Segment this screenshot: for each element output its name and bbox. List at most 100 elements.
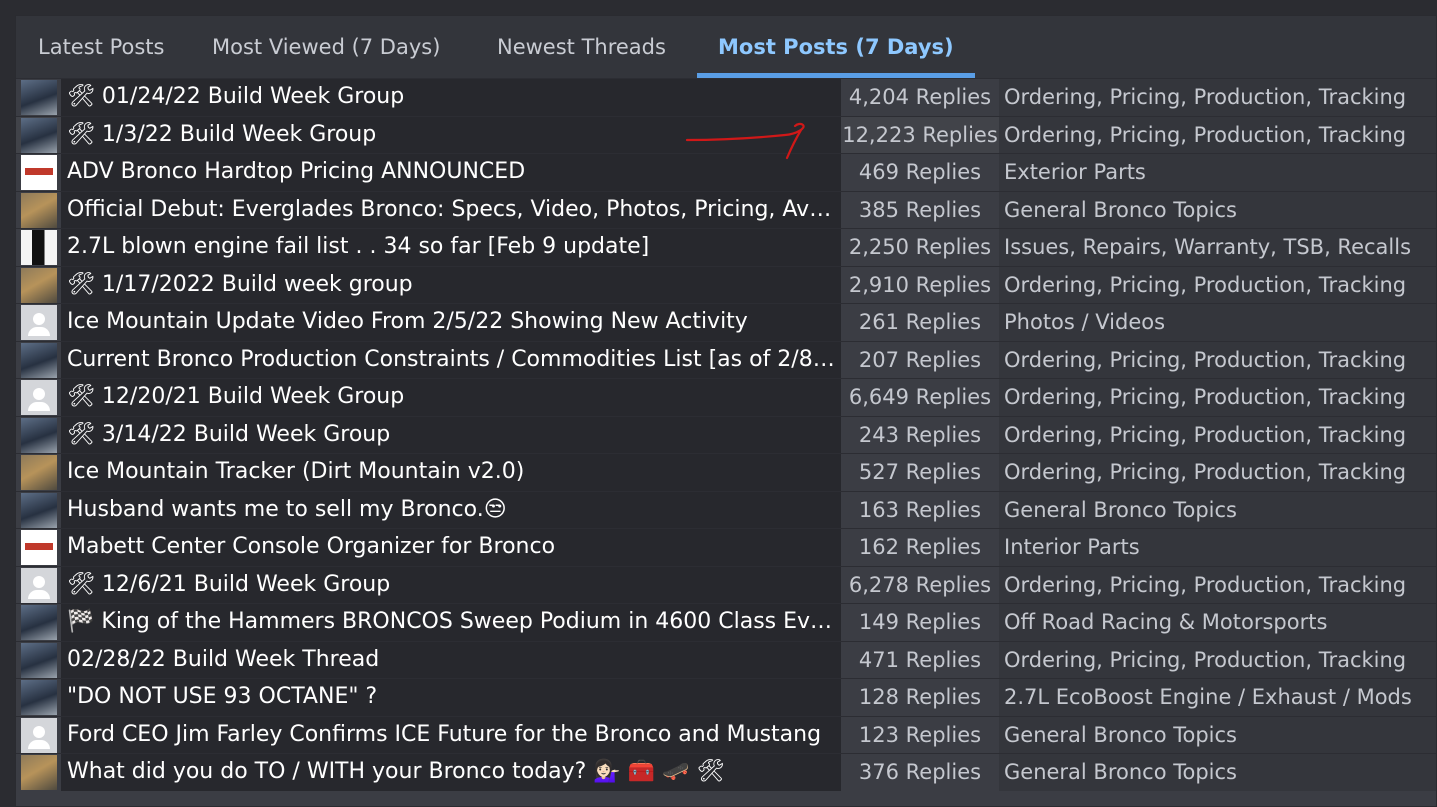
avatar[interactable] (21, 530, 57, 565)
thread-title-link[interactable]: "DO NOT USE 93 OCTANE" ? (67, 679, 835, 716)
thread-title-cell: 🛠 12/6/21 Build Week Group (61, 566, 841, 604)
tab-latest-posts[interactable]: Latest Posts (38, 16, 164, 78)
thread-title-cell: 2.7L blown engine fail list . . 34 so fa… (61, 229, 841, 266)
avatar[interactable] (21, 605, 57, 640)
avatar[interactable] (21, 267, 57, 303)
thread-title-link[interactable]: 02/28/22 Build Week Thread (67, 642, 835, 679)
thread-title-link[interactable]: 🛠 12/6/21 Build Week Group (67, 567, 835, 604)
reply-count: 149 Replies (858, 610, 982, 634)
thread-row[interactable]: Official Debut: Everglades Bronco: Specs… (16, 190, 1436, 229)
tab-bar: Latest Posts Most Viewed (7 Days) Newest… (16, 16, 1436, 78)
thread-row[interactable]: What did you do TO / WITH your Bronco to… (16, 753, 1436, 791)
avatar[interactable] (21, 192, 57, 228)
thread-title-cell: Ice Mountain Update Video From 2/5/22 Sh… (61, 304, 841, 341)
thread-title-link[interactable]: Current Bronco Production Constraints / … (67, 342, 835, 379)
thread-title-link[interactable]: 🏁 King of the Hammers BRONCOS Sweep Podi… (67, 604, 835, 641)
thread-title-link[interactable]: 🛠 1/17/2022 Build week group (67, 267, 835, 304)
thread-row[interactable]: 🛠 12/20/21 Build Week Group 6,649 Replies… (16, 378, 1436, 416)
forum-link[interactable]: Ordering, Pricing, Production, Tracking (1004, 342, 1428, 379)
default-avatar-icon[interactable] (21, 305, 57, 340)
forum-link[interactable]: Ordering, Pricing, Production, Tracking (1004, 79, 1428, 116)
thread-row[interactable]: 02/28/22 Build Week Thread 471 Replies Ord… (16, 640, 1436, 679)
forum-link[interactable]: Off Road Racing & Motorsports (1004, 604, 1428, 641)
thread-title-cell: 🏁 King of the Hammers BRONCOS Sweep Podi… (61, 604, 841, 641)
thread-title-link[interactable]: Mabett Center Console Organizer for Bron… (67, 529, 835, 566)
thread-row[interactable]: 🛠 3/14/22 Build Week Group 243 Replies Ord… (16, 415, 1436, 454)
thread-title-cell: Ford CEO Jim Farley Confirms ICE Future … (61, 716, 841, 754)
thread-title-link[interactable]: 🛠 01/24/22 Build Week Group (67, 79, 835, 116)
thread-row[interactable]: Ice Mountain Update Video From 2/5/22 Sh… (16, 303, 1436, 341)
thread-title-link[interactable]: Husband wants me to sell my Bronco.😒 (67, 492, 835, 529)
forum-link[interactable]: 2.7L EcoBoost Engine / Exhaust / Mods (1004, 679, 1428, 716)
forum-link[interactable]: Ordering, Pricing, Production, Tracking (1004, 379, 1428, 416)
thread-title-link[interactable]: Official Debut: Everglades Bronco: Specs… (67, 192, 835, 229)
thread-title-link[interactable]: Ice Mountain Tracker (Dirt Mountain v2.0… (67, 454, 835, 491)
forum-link[interactable]: Exterior Parts (1004, 154, 1428, 191)
thread-row[interactable]: 🏁 King of the Hammers BRONCOS Sweep Podi… (16, 603, 1436, 641)
thread-row[interactable]: Husband wants me to sell my Bronco.😒 163 … (16, 490, 1436, 529)
avatar[interactable] (21, 455, 57, 490)
thread-title-cell: 🛠 3/14/22 Build Week Group (61, 416, 841, 454)
avatar[interactable] (21, 642, 57, 678)
forum-link[interactable]: General Bronco Topics (1004, 492, 1428, 529)
thread-title-link[interactable]: Ford CEO Jim Farley Confirms ICE Future … (67, 717, 835, 754)
thread-title-link[interactable]: 🛠 12/20/21 Build Week Group (67, 379, 835, 416)
avatar[interactable] (21, 80, 57, 115)
avatar[interactable] (21, 342, 57, 378)
tab-most-posts[interactable]: Most Posts (7 Days) (697, 16, 975, 78)
forum-cell: Ordering, Pricing, Production, Tracking (999, 641, 1436, 679)
forum-cell: Photos / Videos (999, 304, 1436, 341)
forum-link[interactable]: Ordering, Pricing, Production, Tracking (1004, 117, 1428, 154)
forum-link[interactable]: Ordering, Pricing, Production, Tracking (1004, 267, 1428, 304)
default-avatar-icon[interactable] (21, 380, 57, 415)
forum-link[interactable]: Issues, Repairs, Warranty, TSB, Recalls (1004, 229, 1428, 266)
reply-count: 128 Replies (858, 685, 982, 709)
reply-count: 385 Replies (858, 197, 982, 222)
forum-cell: General Bronco Topics (999, 754, 1436, 791)
forum-cell: Ordering, Pricing, Production, Tracking (999, 379, 1436, 416)
thread-row[interactable]: Mabett Center Console Organizer for Bron… (16, 528, 1436, 566)
reply-count: 376 Replies (858, 760, 982, 784)
default-avatar-icon[interactable] (21, 567, 57, 603)
red-arrow-annotation (685, 122, 805, 160)
default-avatar-icon[interactable] (21, 717, 57, 753)
avatar[interactable] (21, 230, 57, 265)
reply-count: 162 Replies (858, 535, 982, 559)
thread-row[interactable]: Current Bronco Production Constraints / … (16, 340, 1436, 379)
thread-row[interactable]: "DO NOT USE 93 OCTANE" ? 128 Replies 2.7L … (16, 678, 1436, 716)
thread-row[interactable]: Ford CEO Jim Farley Confirms ICE Future … (16, 715, 1436, 754)
forum-link[interactable]: General Bronco Topics (1004, 754, 1428, 791)
forum-link[interactable]: Interior Parts (1004, 529, 1428, 566)
forum-link[interactable]: Photos / Videos (1004, 304, 1428, 341)
thread-title-link[interactable]: What did you do TO / WITH your Bronco to… (67, 754, 835, 791)
avatar[interactable] (21, 755, 57, 790)
thread-row[interactable]: 2.7L blown engine fail list . . 34 so fa… (16, 228, 1436, 266)
thread-title-link[interactable]: 2.7L blown engine fail list . . 34 so fa… (67, 229, 835, 266)
avatar[interactable] (21, 117, 57, 153)
tab-most-viewed[interactable]: Most Viewed (7 Days) (212, 16, 440, 78)
forum-link[interactable]: General Bronco Topics (1004, 717, 1428, 754)
avatar[interactable] (21, 680, 57, 715)
thread-title-link[interactable]: Ice Mountain Update Video From 2/5/22 Sh… (67, 304, 835, 341)
thread-row[interactable]: Ice Mountain Tracker (Dirt Mountain v2.0… (16, 453, 1436, 491)
forum-link[interactable]: General Bronco Topics (1004, 192, 1428, 229)
tab-newest-threads[interactable]: Newest Threads (497, 16, 666, 78)
forum-cell: General Bronco Topics (999, 191, 1436, 229)
reply-count: 6,278 Replies (848, 572, 992, 597)
avatar[interactable] (21, 417, 57, 453)
thread-row[interactable]: 🛠 1/17/2022 Build week group 2,910 Replie… (16, 265, 1436, 304)
forum-cell: Interior Parts (999, 529, 1436, 566)
reply-count: 261 Replies (858, 310, 982, 334)
thread-title-cell: 🛠 1/17/2022 Build week group (61, 266, 841, 304)
avatar[interactable] (21, 155, 57, 190)
forum-link[interactable]: Ordering, Pricing, Production, Tracking (1004, 567, 1428, 604)
thread-row[interactable]: 🛠 01/24/22 Build Week Group 4,204 Replies… (16, 78, 1436, 116)
avatar[interactable] (21, 492, 57, 528)
forum-link[interactable]: Ordering, Pricing, Production, Tracking (1004, 642, 1428, 679)
forum-link[interactable]: Ordering, Pricing, Production, Tracking (1004, 417, 1428, 454)
thread-title-link[interactable]: 🛠 3/14/22 Build Week Group (67, 417, 835, 454)
thread-row[interactable]: 🛠 12/6/21 Build Week Group 6,278 Replies O… (16, 565, 1436, 604)
forum-link[interactable]: Ordering, Pricing, Production, Tracking (1004, 454, 1428, 491)
thread-title-cell: What did you do TO / WITH your Bronco to… (61, 754, 841, 791)
forum-cell: Ordering, Pricing, Production, Tracking (999, 341, 1436, 379)
